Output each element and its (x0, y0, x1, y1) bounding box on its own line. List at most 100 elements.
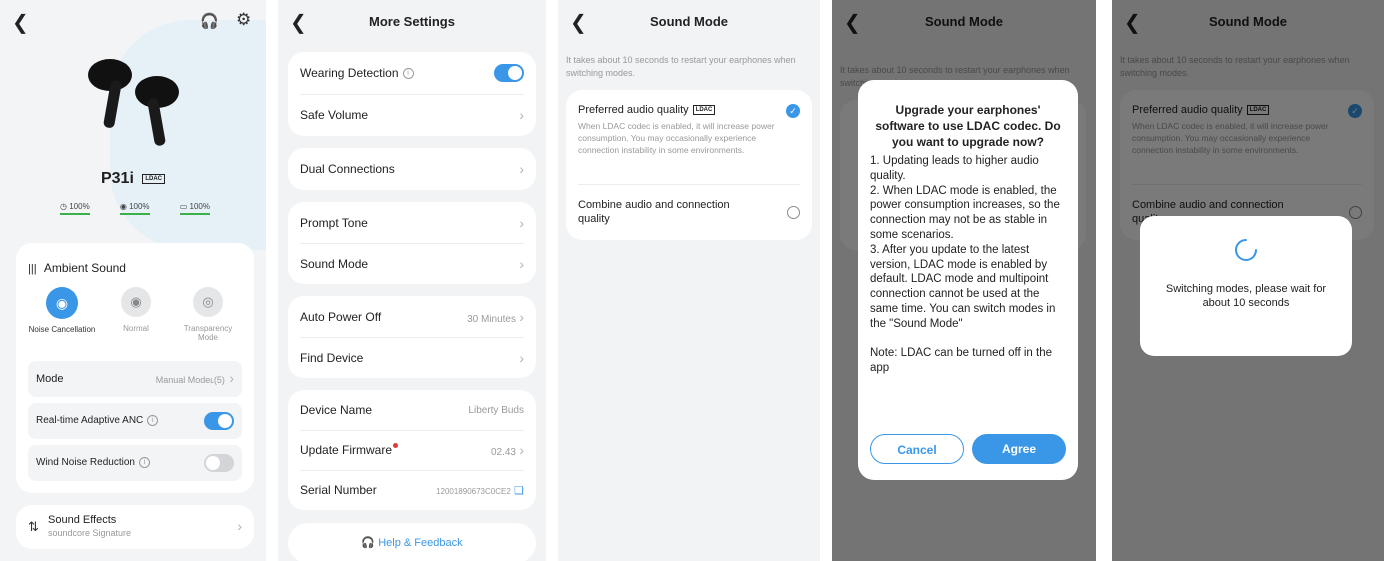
chevron-right-icon: › (237, 518, 242, 534)
ambient-sound-title: Ambient Sound (43, 261, 126, 275)
option-preferred-title-wrap: Preferred audio qualityLDAC (578, 104, 800, 116)
transparency-icon: ◎ (193, 287, 223, 317)
noise-cancellation-label: Noise Cancellation (28, 325, 96, 334)
equalizer-icon: ⇅ (28, 519, 39, 534)
help-feedback-label: Help & Feedback (378, 537, 463, 549)
settings-group-1: Wearing Detection i Safe Volume › (288, 52, 536, 136)
option-preferred-title: Preferred audio quality (578, 104, 689, 116)
back-icon[interactable]: ❮ (12, 10, 29, 35)
update-firmware-label: Update Firmware (300, 443, 393, 457)
wind-noise-row: Wind Noise Reduction i (28, 445, 242, 481)
wind-noise-label: Wind Noise Reduction (36, 457, 135, 469)
device-name-row: Device Name Liberty Buds (288, 390, 536, 430)
page-title: More Settings (369, 14, 455, 29)
earbuds-image (88, 59, 179, 146)
ldac-badge: LDAC (142, 173, 166, 184)
device-name-value: Liberty Buds (468, 404, 524, 416)
firmware-version: 02.43 (490, 447, 516, 458)
find-device-label: Find Device (300, 350, 364, 365)
headphones-icon[interactable]: 🎧 (200, 12, 219, 30)
update-firmware-label-wrap: Update Firmware (300, 443, 399, 457)
transparency-label: Transparency Mode (183, 324, 233, 342)
wearing-detection-toggle[interactable] (494, 64, 524, 82)
ldac-badge: LDAC (692, 105, 716, 116)
agree-label: Agree (1001, 442, 1036, 456)
sound-effects-title: Sound Effects (48, 514, 117, 526)
ambient-sound-card: ||| Ambient Sound ◉ Noise Cancellation ◉… (16, 243, 254, 493)
mode-normal[interactable]: ◉ Normal (96, 287, 176, 333)
chevron-right-icon: › (519, 308, 524, 325)
copy-icon[interactable]: ❏ (514, 485, 524, 497)
option-combine-title: Combine audio and connection quality (578, 199, 730, 225)
switching-message: Switching modes, please wait for about 1… (1165, 283, 1327, 309)
adaptive-anc-label-wrap: Real-time Adaptive ANC i (36, 415, 159, 427)
battery-case-value: 100% (189, 202, 210, 211)
safe-volume-row[interactable]: Safe Volume › (288, 94, 536, 136)
auto-power-off-value: 30 Minutes (467, 313, 516, 325)
settings-group-5: Device Name Liberty Buds Update Firmware… (288, 390, 536, 510)
prompt-tone-row[interactable]: Prompt Tone › (288, 202, 536, 243)
dialog-title: Upgrade your earphones' software to use … (875, 103, 1061, 149)
chevron-right-icon: › (519, 214, 524, 231)
wind-noise-toggle[interactable] (204, 454, 234, 472)
option-preferred-audio[interactable]: Preferred audio qualityLDAC When LDAC co… (578, 104, 800, 156)
headphones-icon: 🎧 (361, 537, 376, 549)
upgrade-dialog: Upgrade your earphones' software to use … (858, 80, 1078, 480)
dual-connections-row[interactable]: Dual Connections › (288, 148, 536, 190)
wearing-detection-label-wrap: Wearing Detection i (300, 66, 414, 80)
battery-case: ▭ 100% (179, 202, 210, 215)
normal-label: Normal (123, 324, 149, 333)
dialog-body: 1. Updating leads to higher audio qualit… (870, 155, 1060, 375)
sound-mode-label: Sound Mode (300, 256, 369, 271)
more-settings-screen: ❮ More Settings Wearing Detection i Safe … (278, 0, 546, 561)
chevron-right-icon: › (519, 107, 524, 123)
product-title: P31i LDAC (0, 170, 266, 188)
auto-power-off-value-wrap: 30 Minutes › (467, 309, 524, 325)
update-dot (393, 443, 399, 448)
serial-number-value: 12001890673C0CE2 (436, 487, 511, 496)
settings-group-4: Auto Power Off 30 Minutes › Find Device … (288, 296, 536, 378)
wind-noise-label-wrap: Wind Noise Reduction i (36, 457, 150, 469)
switching-dialog: Switching modes, please wait for about 1… (1140, 216, 1352, 356)
settings-group-3: Prompt Tone › Sound Mode › (288, 202, 536, 284)
option-combine[interactable]: Combine audio and connection quality (578, 198, 800, 226)
cancel-button[interactable]: Cancel (870, 434, 964, 464)
adaptive-anc-toggle[interactable] (204, 412, 234, 430)
checkmark-icon: ✓ (786, 104, 800, 118)
agree-button[interactable]: Agree (972, 434, 1066, 464)
find-device-row[interactable]: Find Device › (288, 337, 536, 378)
option-preferred-desc: When LDAC codec is enabled, it will incr… (578, 121, 775, 155)
device-home-screen: ❮ 🎧 ⚙ P31i LDAC ◷ 100% ◉ 100% ▭ 100% |||… (0, 0, 266, 561)
sound-effects-card[interactable]: ⇅ Sound Effects soundcore Signature › (16, 505, 254, 549)
normal-icon: ◉ (121, 287, 151, 317)
serial-value-wrap: 12001890673C0CE2 ❏ (436, 483, 524, 497)
chevron-right-icon: › (519, 349, 524, 366)
battery-left: ◷ 100% (60, 202, 90, 215)
info-icon[interactable]: i (402, 68, 414, 80)
mode-noise-cancellation[interactable]: ◉ Noise Cancellation (22, 287, 102, 334)
gear-icon[interactable]: ⚙ (236, 10, 251, 30)
info-icon[interactable]: i (147, 415, 159, 427)
help-feedback-button[interactable]: 🎧 Help & Feedback (288, 523, 536, 561)
adaptive-anc-row: Real-time Adaptive ANC i (28, 403, 242, 439)
case-icon: ▭ (179, 202, 188, 211)
mode-transparency[interactable]: ◎ Transparency Mode (168, 287, 248, 342)
sound-mode-row[interactable]: Sound Mode › (288, 243, 536, 284)
switching-modes-screen: ❮ Sound Mode It takes about 10 seconds t… (1112, 0, 1384, 561)
clock-icon: ◷ (60, 202, 67, 211)
sound-effects-subtitle: soundcore Signature (48, 528, 132, 538)
dual-connections-label: Dual Connections (300, 162, 395, 176)
loading-spinner-icon (1235, 239, 1257, 261)
mode-row[interactable]: Mode Manual Modeʟ(5) › (28, 361, 242, 397)
adaptive-anc-label: Real-time Adaptive ANC (36, 415, 144, 427)
firmware-value-wrap: 02.43 › (491, 442, 524, 458)
ambient-sound-header: ||| Ambient Sound (28, 261, 126, 275)
mode-label: Mode (36, 373, 64, 385)
chevron-right-icon: › (519, 255, 524, 272)
radio-icon (787, 206, 800, 219)
upgrade-dialog-screen: ❮ Sound Mode It takes about 10 seconds t… (832, 0, 1096, 561)
safe-volume-label: Safe Volume (300, 108, 369, 122)
update-firmware-row[interactable]: Update Firmware 02.43 › (288, 430, 536, 470)
auto-power-off-row[interactable]: Auto Power Off 30 Minutes › (288, 296, 536, 337)
info-icon[interactable]: i (138, 457, 150, 469)
